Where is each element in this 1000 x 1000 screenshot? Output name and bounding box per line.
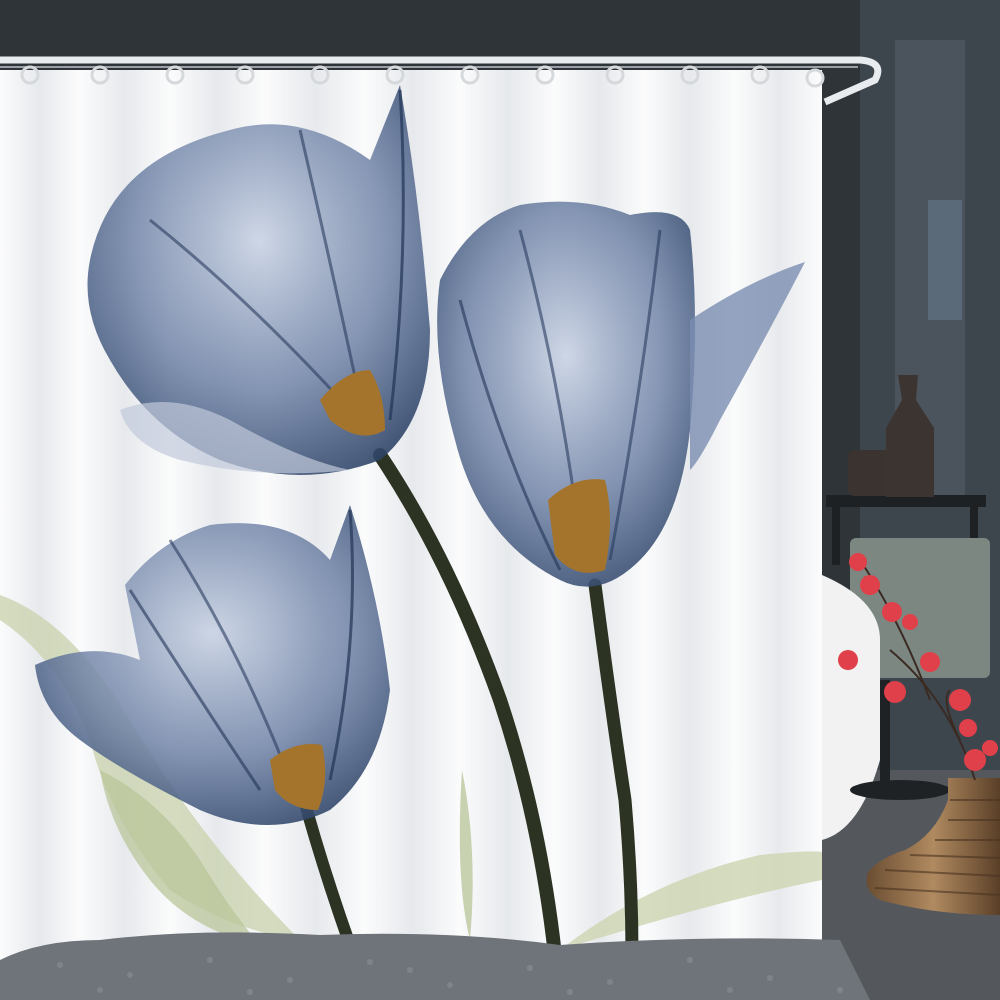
side-table-leg [832,505,840,565]
bathtub-stand-base [850,780,950,800]
bath-rug [0,932,870,1000]
bathroom-scene [0,0,1000,1000]
door-light [928,200,962,320]
